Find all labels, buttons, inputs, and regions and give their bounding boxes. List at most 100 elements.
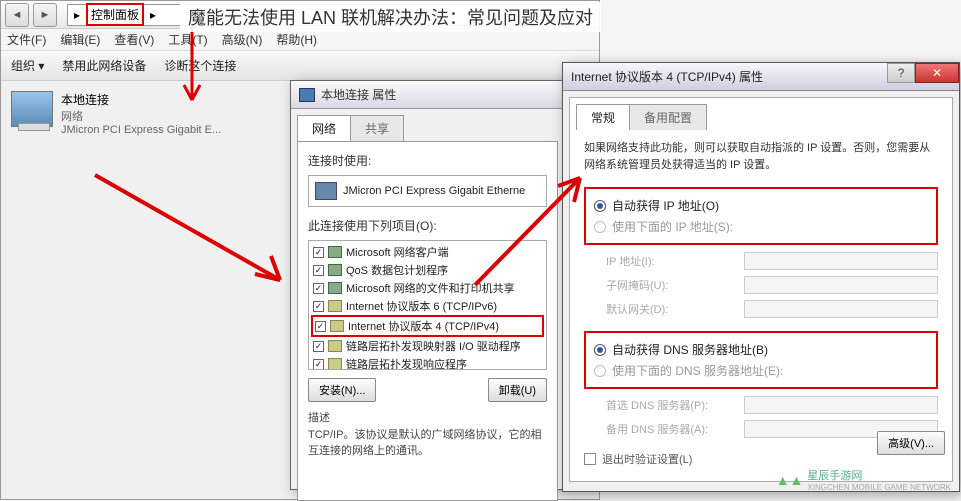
menu-tools[interactable]: 工具(T) (168, 31, 207, 48)
menu-advanced[interactable]: 高级(N) (222, 31, 263, 48)
field-label: 子网掩码(U): (606, 277, 736, 293)
radio-label: 自动获得 IP 地址(O) (612, 197, 719, 214)
monitor-icon (11, 91, 53, 127)
radio-icon[interactable] (594, 200, 606, 212)
tabs: 常规 备用配置 (570, 98, 952, 130)
close-button[interactable]: ✕ (915, 63, 959, 83)
connection-item[interactable]: 本地连接 网络 JMicron PCI Express Gigabit E... (11, 91, 221, 136)
description-box: 描述 TCP/IP。该协议是默认的广域网络协议，它的相互连接的网络上的通讯。 (308, 410, 547, 460)
diagnose-button[interactable]: 诊断这个连接 (164, 57, 236, 74)
network-icon (299, 88, 315, 102)
menu-view[interactable]: 查看(V) (114, 31, 154, 48)
dns1-field: 首选 DNS 服务器(P): (584, 393, 938, 417)
disable-device-button[interactable]: 禁用此网络设备 (62, 57, 146, 74)
dialog-titlebar: Internet 协议版本 4 (TCP/IPv4) 属性 ? ✕ (563, 63, 959, 91)
item-label: QoS 数据包计划程序 (346, 262, 448, 278)
component-icon (328, 282, 342, 294)
menu-help[interactable]: 帮助(H) (276, 31, 317, 48)
description-title: 描述 (308, 410, 547, 427)
radio-manual-ip[interactable]: 使用下面的 IP 地址(S): (594, 216, 928, 237)
adapter-icon (315, 182, 337, 200)
connection-network: 网络 (61, 108, 221, 124)
checkbox-icon[interactable]: ✓ (313, 283, 324, 294)
radio-icon[interactable] (594, 221, 606, 233)
subnet-input (744, 276, 938, 294)
radio-auto-ip[interactable]: 自动获得 IP 地址(O) (594, 195, 928, 216)
list-item[interactable]: ✓ Microsoft 网络客户端 (311, 243, 544, 261)
list-item[interactable]: ✓ Microsoft 网络的文件和打印机共享 (311, 279, 544, 297)
tab-content: 如果网络支持此功能，则可以获取自动指派的 IP 设置。否则，您需要从网络系统管理… (570, 130, 952, 477)
item-label: Internet 协议版本 6 (TCP/IPv6) (346, 298, 497, 314)
radio-manual-dns[interactable]: 使用下面的 DNS 服务器地址(E): (594, 360, 928, 381)
tab-share[interactable]: 共享 (350, 115, 404, 141)
ip-radio-group: 自动获得 IP 地址(O) 使用下面的 IP 地址(S): (584, 187, 938, 245)
dialog-title-text: 本地连接 属性 (321, 86, 396, 103)
item-label: 链路层拓扑发现映射器 I/O 驱动程序 (346, 338, 521, 354)
uninstall-button[interactable]: 卸载(U) (488, 378, 547, 402)
article-title: 魔能无法使用 LAN 联机解决办法：常见问题及应对 (180, 2, 601, 32)
checkbox-icon[interactable]: ✓ (313, 359, 324, 370)
watermark-subtext: XINGCHEN MOBILE GAME NETWORK (807, 483, 951, 492)
checkbox-icon[interactable]: ✓ (313, 301, 324, 312)
toolbar: 组织 ▾ 禁用此网络设备 诊断这个连接 (1, 51, 599, 81)
checkbox-icon[interactable]: ✓ (313, 247, 324, 258)
list-item[interactable]: ✓ QoS 数据包计划程序 (311, 261, 544, 279)
tab-general[interactable]: 常规 (576, 104, 630, 130)
ip-input (744, 252, 938, 270)
help-button[interactable]: ? (887, 63, 915, 83)
dialog-body: 常规 备用配置 如果网络支持此功能，则可以获取自动指派的 IP 设置。否则，您需… (569, 97, 953, 482)
back-button[interactable]: ◄ (5, 3, 29, 27)
radio-icon[interactable] (594, 365, 606, 377)
gateway-field: 默认网关(D): (584, 297, 938, 321)
menu-file[interactable]: 文件(F) (7, 31, 46, 48)
tab-body: 连接时使用: JMicron PCI Express Gigabit Ether… (297, 141, 558, 501)
checkbox-label: 退出时验证设置(L) (602, 451, 692, 467)
organize-button[interactable]: 组织 ▾ (11, 57, 44, 74)
dns-radio-group: 自动获得 DNS 服务器地址(B) 使用下面的 DNS 服务器地址(E): (584, 331, 938, 389)
tab-alternate[interactable]: 备用配置 (629, 104, 707, 130)
item-label: Internet 协议版本 4 (TCP/IPv4) (348, 318, 499, 334)
advanced-button[interactable]: 高级(V)... (877, 431, 945, 455)
checkbox-icon[interactable]: ✓ (313, 341, 324, 352)
radio-label: 使用下面的 DNS 服务器地址(E): (612, 362, 783, 379)
item-label: Microsoft 网络客户端 (346, 244, 449, 260)
component-icon (328, 246, 342, 258)
list-item-ipv4[interactable]: ✓ Internet 协议版本 4 (TCP/IPv4) (311, 315, 544, 337)
list-item[interactable]: ✓ 链路层拓扑发现映射器 I/O 驱动程序 (311, 337, 544, 355)
radio-label: 使用下面的 IP 地址(S): (612, 218, 733, 235)
component-icon (328, 264, 342, 276)
ipv4-properties-dialog: Internet 协议版本 4 (TCP/IPv4) 属性 ? ✕ 常规 备用配… (562, 62, 960, 492)
protocol-icon (328, 340, 342, 352)
install-button[interactable]: 安装(N)... (308, 378, 376, 402)
info-text: 如果网络支持此功能，则可以获取自动指派的 IP 设置。否则，您需要从网络系统管理… (584, 140, 938, 173)
breadcrumb-sep-icon: ▸ (150, 8, 156, 22)
tab-network[interactable]: 网络 (297, 115, 351, 141)
menu-edit[interactable]: 编辑(E) (60, 31, 100, 48)
list-item[interactable]: ✓ Internet 协议版本 6 (TCP/IPv6) (311, 297, 544, 315)
radio-icon[interactable] (594, 344, 606, 356)
protocol-icon (328, 300, 342, 312)
gateway-input (744, 300, 938, 318)
menu-bar: 文件(F) 编辑(E) 查看(V) 工具(T) 高级(N) 帮助(H) (1, 29, 599, 51)
subnet-field: 子网掩码(U): (584, 273, 938, 297)
checkbox-icon[interactable]: ✓ (315, 321, 326, 332)
field-label: 备用 DNS 服务器(A): (606, 421, 736, 437)
dialog-title-text: Internet 协议版本 4 (TCP/IPv4) 属性 (571, 68, 763, 85)
breadcrumb-control-panel[interactable]: 控制面板 (86, 3, 144, 26)
ip-address-field: IP 地址(I): (584, 249, 938, 273)
watermark: ▲▲ 星辰手游网 XINGCHEN MOBILE GAME NETWORK (776, 467, 951, 492)
description-text: TCP/IP。该协议是默认的广域网络协议，它的相互连接的网络上的通讯。 (308, 427, 547, 460)
protocol-icon (328, 358, 342, 370)
items-label: 此连接使用下列项目(O): (308, 217, 547, 234)
adapter-box: JMicron PCI Express Gigabit Etherne (308, 175, 547, 207)
item-label: Microsoft 网络的文件和打印机共享 (346, 280, 515, 296)
forward-button[interactable]: ► (33, 3, 57, 27)
checkbox-icon[interactable]: ✓ (313, 265, 324, 276)
protocol-icon (330, 320, 344, 332)
radio-auto-dns[interactable]: 自动获得 DNS 服务器地址(B) (594, 339, 928, 360)
list-item[interactable]: ✓链路层拓扑发现响应程序 (311, 355, 544, 370)
dns1-input (744, 396, 938, 414)
field-label: IP 地址(I): (606, 253, 736, 269)
checkbox-icon[interactable] (584, 453, 596, 465)
connect-using-label: 连接时使用: (308, 152, 547, 169)
